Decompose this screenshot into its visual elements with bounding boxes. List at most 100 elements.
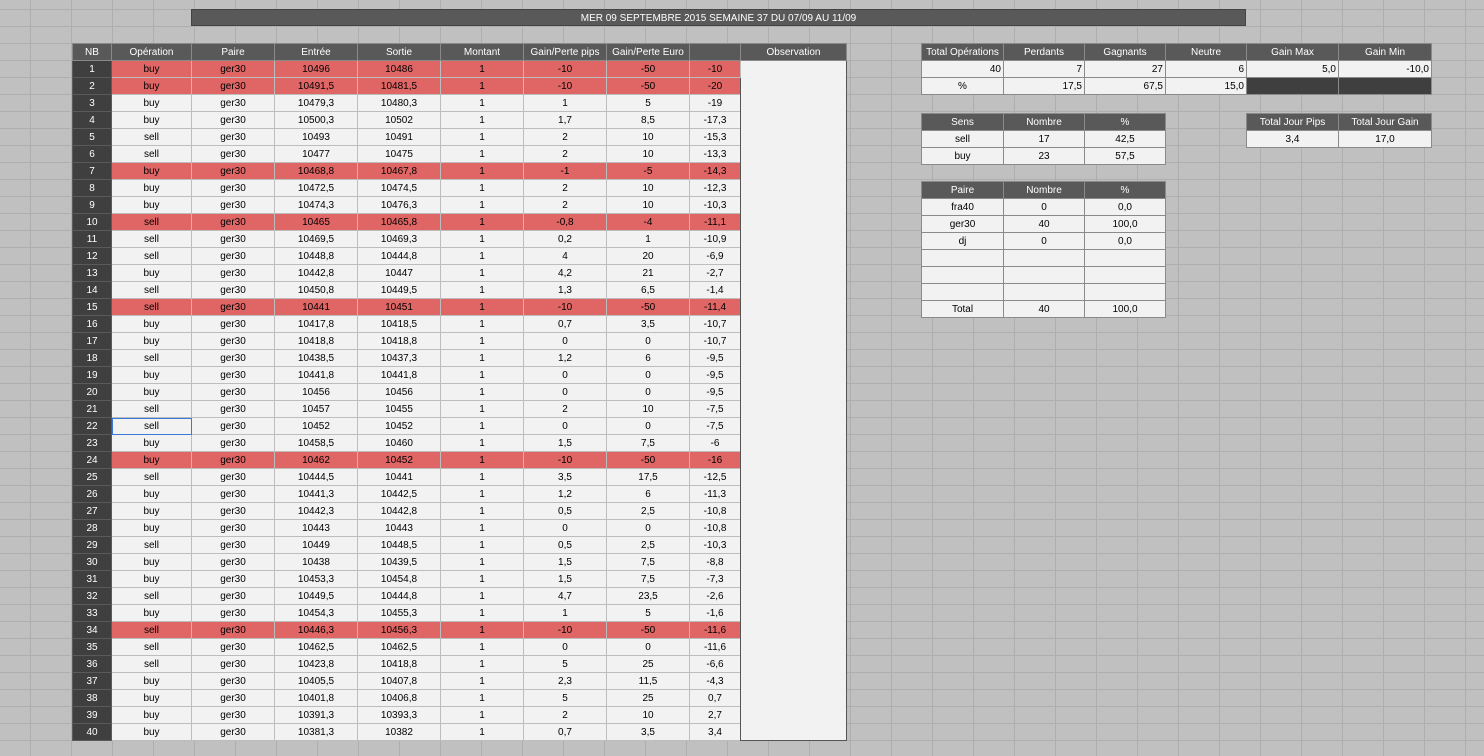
paire-cell[interactable]: ger30 <box>191 689 275 707</box>
montant-cell[interactable]: 1 <box>440 587 524 605</box>
entree-cell[interactable]: 10468,8 <box>274 162 358 180</box>
paires-cell[interactable] <box>1084 283 1166 301</box>
sortie-cell[interactable]: 10481,5 <box>357 77 441 95</box>
cumul-cell[interactable]: -10,7 <box>689 315 741 333</box>
pips-cell[interactable]: 2 <box>523 128 607 146</box>
paires-cell[interactable] <box>921 266 1004 284</box>
sortie-cell[interactable]: 10451 <box>357 298 441 316</box>
paire-cell[interactable]: ger30 <box>191 162 275 180</box>
montant-cell[interactable]: 1 <box>440 230 524 248</box>
montant-cell[interactable]: 1 <box>440 638 524 656</box>
cumul-cell[interactable]: -11,3 <box>689 485 741 503</box>
summary-empty-cell[interactable] <box>1246 77 1339 95</box>
operation-cell[interactable]: sell <box>111 128 192 146</box>
euro-cell[interactable]: 0 <box>606 366 690 384</box>
montant-cell[interactable]: 1 <box>440 298 524 316</box>
pips-cell[interactable]: -0,8 <box>523 213 607 231</box>
paire-cell[interactable]: ger30 <box>191 213 275 231</box>
cumul-cell[interactable]: -4,3 <box>689 672 741 690</box>
paires-cell[interactable]: ger30 <box>921 215 1004 233</box>
entree-cell[interactable]: 10423,8 <box>274 655 358 673</box>
paire-cell[interactable]: ger30 <box>191 145 275 163</box>
montant-cell[interactable]: 1 <box>440 128 524 146</box>
operation-cell[interactable]: buy <box>111 60 192 78</box>
sens-cell[interactable]: buy <box>921 147 1004 165</box>
row-number[interactable]: 26 <box>72 485 112 503</box>
row-number[interactable]: 38 <box>72 689 112 707</box>
summary-pct-perdants[interactable]: 17,5 <box>1003 77 1085 95</box>
pips-cell[interactable]: 5 <box>523 655 607 673</box>
total-jour-pips-header[interactable]: Total Jour Pips <box>1246 113 1339 131</box>
euro-cell[interactable]: 0 <box>606 383 690 401</box>
summary-value-gain-max[interactable]: 5,0 <box>1246 60 1339 78</box>
sortie-cell[interactable]: 10476,3 <box>357 196 441 214</box>
paire-cell[interactable]: ger30 <box>191 485 275 503</box>
cumul-cell[interactable]: -8,8 <box>689 553 741 571</box>
cumul-cell[interactable]: -2,6 <box>689 587 741 605</box>
header-nb[interactable]: NB <box>72 43 112 61</box>
operation-cell[interactable]: buy <box>111 553 192 571</box>
montant-cell[interactable]: 1 <box>440 553 524 571</box>
pips-cell[interactable]: 1,2 <box>523 349 607 367</box>
sortie-cell[interactable]: 10456,3 <box>357 621 441 639</box>
montant-cell[interactable]: 1 <box>440 264 524 282</box>
pips-cell[interactable]: 0,7 <box>523 723 607 741</box>
sortie-cell[interactable]: 10456 <box>357 383 441 401</box>
operation-cell[interactable]: buy <box>111 451 192 469</box>
operation-cell[interactable]: sell <box>111 349 192 367</box>
sortie-cell[interactable]: 10486 <box>357 60 441 78</box>
paire-cell[interactable]: ger30 <box>191 536 275 554</box>
euro-cell[interactable]: 2,5 <box>606 536 690 554</box>
euro-cell[interactable]: -50 <box>606 451 690 469</box>
paire-cell[interactable]: ger30 <box>191 417 275 435</box>
montant-cell[interactable]: 1 <box>440 485 524 503</box>
pips-cell[interactable]: 0 <box>523 366 607 384</box>
operation-cell[interactable]: buy <box>111 519 192 537</box>
header-cumul[interactable] <box>689 43 741 61</box>
montant-cell[interactable]: 1 <box>440 621 524 639</box>
cumul-cell[interactable]: -13,3 <box>689 145 741 163</box>
sortie-cell[interactable]: 10382 <box>357 723 441 741</box>
euro-cell[interactable]: 25 <box>606 689 690 707</box>
montant-cell[interactable]: 1 <box>440 366 524 384</box>
sortie-cell[interactable]: 10455,3 <box>357 604 441 622</box>
cumul-cell[interactable]: -12,3 <box>689 179 741 197</box>
row-number[interactable]: 30 <box>72 553 112 571</box>
sortie-cell[interactable]: 10418,8 <box>357 332 441 350</box>
paire-cell[interactable]: ger30 <box>191 621 275 639</box>
operation-cell[interactable]: sell <box>111 655 192 673</box>
montant-cell[interactable]: 1 <box>440 655 524 673</box>
entree-cell[interactable]: 10462,5 <box>274 638 358 656</box>
cumul-cell[interactable]: -1,4 <box>689 281 741 299</box>
cumul-cell[interactable]: -6,9 <box>689 247 741 265</box>
operation-cell[interactable]: buy <box>111 179 192 197</box>
operation-cell[interactable]: buy <box>111 672 192 690</box>
pips-cell[interactable]: 3,5 <box>523 468 607 486</box>
paires-cell[interactable]: 40 <box>1003 215 1085 233</box>
euro-cell[interactable]: 5 <box>606 604 690 622</box>
euro-cell[interactable]: 7,5 <box>606 434 690 452</box>
euro-cell[interactable]: 17,5 <box>606 468 690 486</box>
operation-cell[interactable]: sell <box>111 536 192 554</box>
montant-cell[interactable]: 1 <box>440 451 524 469</box>
montant-cell[interactable]: 1 <box>440 604 524 622</box>
operation-cell[interactable]: sell <box>111 587 192 605</box>
pips-cell[interactable]: 2 <box>523 400 607 418</box>
cumul-cell[interactable]: -10,7 <box>689 332 741 350</box>
cumul-cell[interactable]: -16 <box>689 451 741 469</box>
euro-cell[interactable]: 3,5 <box>606 315 690 333</box>
pips-cell[interactable]: 1,2 <box>523 485 607 503</box>
pips-cell[interactable]: 1 <box>523 94 607 112</box>
row-number[interactable]: 20 <box>72 383 112 401</box>
paire-cell[interactable]: ger30 <box>191 434 275 452</box>
paires-cell[interactable] <box>1003 249 1085 267</box>
sortie-cell[interactable]: 10454,8 <box>357 570 441 588</box>
cumul-cell[interactable]: -10,9 <box>689 230 741 248</box>
montant-cell[interactable]: 1 <box>440 689 524 707</box>
paire-cell[interactable]: ger30 <box>191 553 275 571</box>
paires-total-cell[interactable]: Total <box>921 300 1004 318</box>
euro-cell[interactable]: 3,5 <box>606 723 690 741</box>
entree-cell[interactable]: 10438,5 <box>274 349 358 367</box>
euro-cell[interactable]: 20 <box>606 247 690 265</box>
operation-cell[interactable]: buy <box>111 332 192 350</box>
